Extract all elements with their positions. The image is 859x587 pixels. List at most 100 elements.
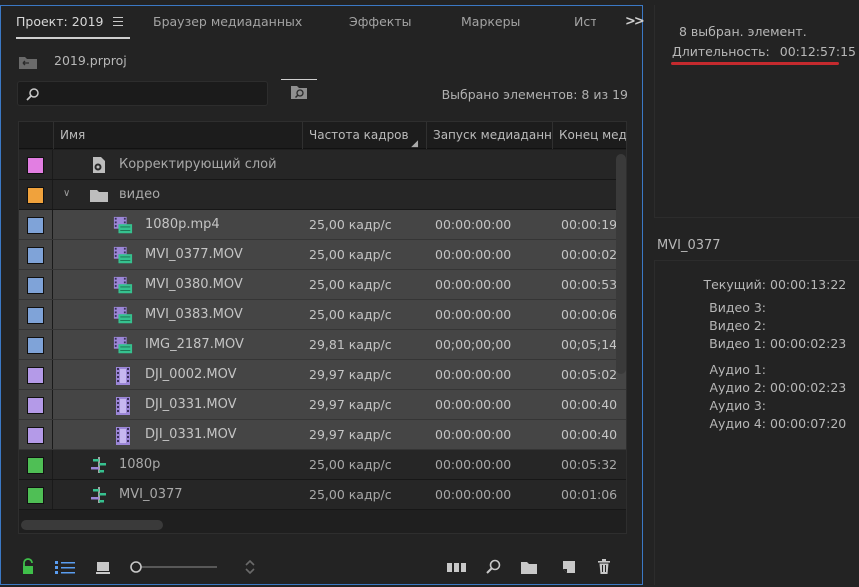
item-name: 1080p.mp4 [145, 217, 220, 232]
duration-value: 00:12:57:15 [779, 44, 857, 59]
lock-icon[interactable] [21, 558, 35, 576]
table-row[interactable]: DJI_0331.MOV 29,97 кадр/с 00:00:00:00 00:00… [19, 390, 626, 420]
trash-icon[interactable] [596, 558, 612, 576]
item-media-end: 00:00:40 [561, 397, 618, 412]
label-color-cell[interactable] [19, 360, 53, 389]
label-color-swatch[interactable] [27, 397, 44, 414]
item-frame-rate: 29,97 кадр/с [309, 397, 392, 412]
sequence-icon [89, 486, 109, 504]
tab-markers[interactable]: Маркеры [461, 14, 520, 29]
label-color-cell[interactable] [19, 240, 53, 269]
item-name: MVI_0377.MOV [145, 247, 243, 262]
table-row[interactable]: MVI_0377.MOV 25,00 кадр/с 00:00:00:00 00:00… [19, 240, 626, 270]
column-header-media-start[interactable]: Запуск медиаданн [426, 122, 552, 149]
list-view-icon[interactable] [54, 558, 76, 576]
label-color-cell[interactable] [19, 150, 53, 179]
label-color-cell[interactable] [19, 390, 53, 419]
table-row[interactable]: DJI_0002.MOV 29,97 кадр/с 00:00:00:00 00:05… [19, 360, 626, 390]
label-color-cell[interactable] [19, 210, 53, 239]
folder-disclosure-chevron-icon[interactable]: ∨ [63, 188, 70, 199]
current-value: 00:00:13:22 [770, 277, 847, 292]
item-media-start: 00:00:00:00 [435, 277, 512, 292]
find-icon[interactable] [485, 558, 501, 576]
horizontal-scrollbar[interactable] [21, 520, 163, 530]
column-header-fps-label: Частота кадров [309, 128, 409, 142]
label-color-swatch[interactable] [27, 157, 44, 174]
tab-media-browser[interactable]: Браузер медиаданных [153, 14, 302, 29]
label-color-swatch[interactable] [27, 217, 44, 234]
column-header-label[interactable] [19, 122, 53, 149]
video1-label: Видео 1: [709, 336, 766, 351]
item-name: MVI_0380.MOV [145, 277, 243, 292]
item-media-end: 00:00:40 [561, 427, 618, 442]
search-input[interactable] [44, 84, 264, 103]
new-search-bin-icon[interactable] [281, 79, 317, 105]
search-icon [26, 88, 39, 101]
item-media-start: 00:00:00:00 [435, 397, 512, 412]
label-color-swatch[interactable] [27, 247, 44, 264]
audio3-label: Аудио 3: [709, 398, 766, 413]
table-row[interactable]: DJI_0331.MOV 29,97 кадр/с 00:00:00:00 00:00… [19, 420, 626, 450]
tab-effects[interactable]: Эффекты [349, 14, 412, 29]
item-media-end: 00:01:06 [561, 487, 618, 502]
table-row[interactable]: 1080p.mp4 25,00 кадр/с 00:00:00:00 00:00:19 [19, 210, 626, 240]
vertical-scrollbar[interactable] [616, 154, 626, 374]
label-color-cell[interactable] [19, 270, 53, 299]
label-color-cell[interactable] [19, 450, 53, 479]
zoom-slider[interactable] [129, 558, 217, 576]
item-media-start: 00:00:00:00 [435, 457, 512, 472]
new-bin-icon[interactable] [520, 558, 538, 576]
panel-menu-icon[interactable] [113, 17, 123, 26]
tabs-overflow-icon[interactable]: >> [625, 14, 645, 29]
video2-label: Видео 2: [709, 318, 766, 333]
table-row[interactable]: MVI_0377 25,00 кадр/с 00:00:00:00 00:01:06 [19, 480, 626, 510]
table-row[interactable]: ∨ видео [19, 180, 626, 210]
info-row-video3: Видео 3: [655, 300, 859, 318]
sort-icons-icon[interactable] [243, 558, 257, 576]
icon-view-icon[interactable] [95, 558, 111, 576]
label-color-swatch[interactable] [27, 367, 44, 384]
table-row[interactable]: Корректирующий слой [19, 150, 626, 180]
project-bin-icon[interactable] [18, 54, 38, 70]
label-color-swatch[interactable] [27, 307, 44, 324]
label-color-cell[interactable] [19, 420, 53, 449]
label-color-swatch[interactable] [27, 427, 44, 444]
info-row-video2: Видео 2: [655, 318, 859, 336]
new-item-icon[interactable] [561, 558, 577, 576]
item-name: IMG_2187.MOV [145, 337, 244, 352]
video-clip-icon [113, 306, 133, 324]
label-color-swatch[interactable] [27, 337, 44, 354]
label-color-cell[interactable] [19, 180, 53, 209]
project-panel: Проект: 2019 Браузер медиаданных Эффекты… [0, 5, 645, 585]
info-track-times-box: Текущий: 00:00:13:22 Видео 3: Видео 2: В… [654, 260, 859, 585]
info-row-audio4: Аудио 4: 00:00:07:20 [655, 416, 859, 434]
column-header-media-end[interactable]: Конец мед [552, 122, 626, 149]
tab-history[interactable]: Ист [574, 14, 596, 29]
search-box[interactable] [17, 81, 268, 106]
video-only-clip-icon [113, 426, 133, 445]
info-panel: 8 выбран. элемент. Длительность: 00:12:5… [650, 5, 859, 585]
automate-to-sequence-icon[interactable] [446, 558, 468, 576]
table-row[interactable]: MVI_0380.MOV 25,00 кадр/с 00:00:00:00 00:00… [19, 270, 626, 300]
label-color-swatch[interactable] [27, 457, 44, 474]
item-media-start: 00:00:00:00 [435, 217, 512, 232]
label-color-swatch[interactable] [27, 487, 44, 504]
label-color-cell[interactable] [19, 300, 53, 329]
label-color-swatch[interactable] [27, 187, 44, 204]
tab-project[interactable]: Проект: 2019 [16, 14, 104, 29]
column-header-name[interactable]: Имя [53, 122, 302, 149]
label-color-cell[interactable] [19, 330, 53, 359]
info-clip-name: MVI_0377 [657, 238, 721, 253]
label-color-swatch[interactable] [27, 277, 44, 294]
label-color-cell[interactable] [19, 480, 53, 509]
duration-label: Длительность: [672, 44, 770, 59]
folder-icon [89, 186, 109, 204]
table-row[interactable]: IMG_2187.MOV 29,81 кадр/с 00;00;00;00 00;05… [19, 330, 626, 360]
highlight-underline [671, 62, 839, 65]
video-only-clip-icon [113, 396, 133, 415]
item-frame-rate: 25,00 кадр/с [309, 217, 392, 232]
table-row[interactable]: MVI_0383.MOV 25,00 кадр/с 00:00:00:00 00:00… [19, 300, 626, 330]
table-row[interactable]: 1080p 25,00 кадр/с 00:00:00:00 00:05:32 [19, 450, 626, 480]
item-name: DJI_0331.MOV [145, 427, 237, 442]
column-header-fps[interactable]: Частота кадров ◢ [302, 122, 426, 149]
